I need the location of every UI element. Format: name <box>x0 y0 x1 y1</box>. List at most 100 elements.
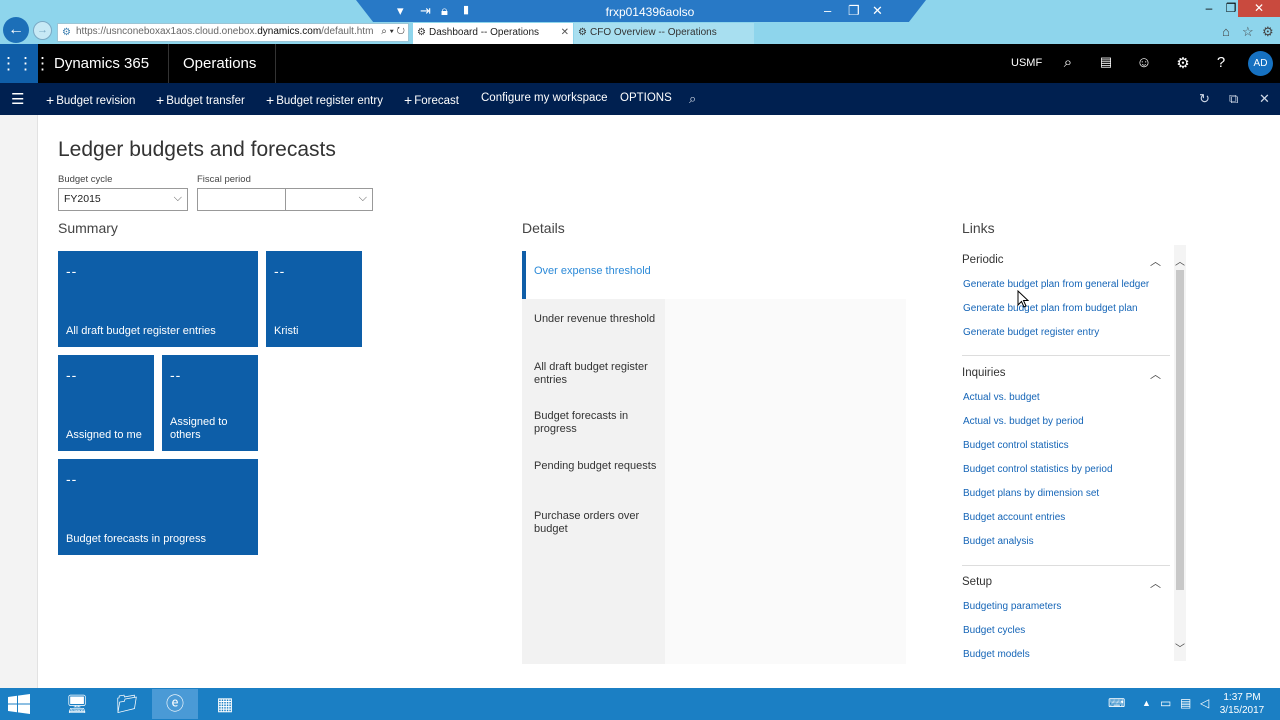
search-icon[interactable]: ⌕ ▾ ↻ <box>378 26 405 37</box>
browser-chrome: ▾ ⇥ 🔒︎ ▮ frxp014396aolso – ❐ ✕ – ❐ ✕ ← →… <box>0 0 1280 44</box>
details-item-purchase-orders-over-budget[interactable]: Purchase orders over budget <box>534 510 662 536</box>
help-icon[interactable]: ? <box>1211 54 1231 71</box>
app-launcher-icon[interactable]: ⋮⋮⋮ <box>0 44 51 83</box>
chevron-down-icon: ⌵ <box>358 192 367 204</box>
message-icon[interactable]: ▤ <box>1096 54 1116 70</box>
link-generate-budget-plan-from-budget-plan[interactable]: Generate budget plan from budget plan <box>963 303 1138 314</box>
tab-dashboard[interactable]: ⚙ Dashboard -- Operations ✕ <box>413 23 573 44</box>
settings-icon[interactable]: ⚙ <box>1262 24 1274 40</box>
fiscal-period-select[interactable]: ⌵ <box>285 188 373 211</box>
server-manager-icon[interactable]: 🖥︎ <box>54 689 100 719</box>
chevron-up-icon[interactable]: ︿ <box>1150 253 1161 269</box>
app-name[interactable]: Dynamics 365 <box>54 55 149 72</box>
chevron-up-icon[interactable]: ︿ <box>1150 575 1161 591</box>
configure-workspace-button[interactable]: Configure my workspace <box>481 92 608 104</box>
action-center-icon[interactable]: ▤ <box>1180 696 1191 710</box>
window-close-button[interactable]: ✕ <box>1238 0 1280 17</box>
tab-label: CFO Overview -- Operations <box>590 27 717 38</box>
budget-revision-button[interactable]: + Budget revision <box>46 92 135 108</box>
file-explorer-icon[interactable]: 📁︎ <box>104 689 150 719</box>
minimize-icon[interactable]: – <box>824 3 831 18</box>
windows-start-icon[interactable] <box>8 694 30 714</box>
network-icon[interactable]: ▭ <box>1160 696 1171 710</box>
link-budget-analysis[interactable]: Budget analysis <box>963 536 1034 547</box>
details-item-budget-forecasts-in-progress[interactable]: Budget forecasts in progress <box>534 410 662 436</box>
chevron-down-icon: ⌵ <box>173 192 182 204</box>
show-hidden-icons-icon[interactable]: ▲ <box>1142 698 1151 708</box>
tile-kristi[interactable]: -- Kristi <box>266 251 362 347</box>
link-budget-control-statistics-by-period[interactable]: Budget control statistics by period <box>963 464 1113 475</box>
link-actual-vs-budget-by-period[interactable]: Actual vs. budget by period <box>963 416 1084 427</box>
action-label: Budget revision <box>56 95 136 107</box>
internet-explorer-icon[interactable]: ⓔ <box>152 689 198 719</box>
link-budget-control-statistics[interactable]: Budget control statistics <box>963 440 1069 451</box>
close-icon[interactable]: ✕ <box>872 3 883 19</box>
tile-label: Kristi <box>274 325 299 337</box>
link-budget-account-entries[interactable]: Budget account entries <box>963 512 1065 523</box>
open-new-window-icon[interactable]: ⧉ <box>1229 91 1238 107</box>
budget-register-entry-button[interactable]: + Budget register entry <box>266 92 383 108</box>
keyboard-icon[interactable]: ⌨ <box>1108 696 1125 710</box>
fiscal-period-input[interactable] <box>197 188 285 211</box>
selected-item-indicator <box>522 251 526 299</box>
favorites-icon[interactable]: ☆ <box>1242 24 1254 40</box>
tile-assigned-to-me[interactable]: -- Assigned to me <box>58 355 154 451</box>
budget-transfer-button[interactable]: + Budget transfer <box>156 92 245 108</box>
tab-cfo-overview[interactable]: ⚙ CFO Overview -- Operations <box>574 23 754 44</box>
details-item-pending-budget-requests[interactable]: Pending budget requests <box>534 460 662 473</box>
link-budget-plans-by-dimension-set[interactable]: Budget plans by dimension set <box>963 488 1099 499</box>
links-group-setup[interactable]: Setup <box>962 576 992 588</box>
restore-icon[interactable]: ❐ <box>848 3 860 19</box>
links-group-periodic[interactable]: Periodic <box>962 254 1004 266</box>
link-budget-models[interactable]: Budget models <box>963 649 1030 660</box>
module-name[interactable]: Operations <box>183 55 256 72</box>
lock-icon: 🔒︎ <box>441 3 448 18</box>
divider <box>168 44 169 83</box>
forward-button[interactable]: → <box>33 21 52 40</box>
link-budgeting-parameters[interactable]: Budgeting parameters <box>963 601 1061 612</box>
home-icon[interactable]: ⌂ <box>1222 24 1230 39</box>
clock[interactable]: 1:37 PM 3/15/2017 <box>1219 691 1265 717</box>
search-icon[interactable]: ⌕ <box>689 91 696 107</box>
search-icon[interactable]: ⌕ <box>1058 54 1078 71</box>
chevron-down-icon[interactable]: ▾ <box>397 3 404 19</box>
refresh-icon[interactable]: ↻ <box>1199 91 1210 107</box>
gear-icon[interactable]: ⚙ <box>1173 54 1193 72</box>
tile-all-draft-budget-register-entries[interactable]: -- All draft budget register entries <box>58 251 258 347</box>
details-item-all-draft-budget-register-entries[interactable]: All draft budget register entries <box>534 361 662 387</box>
scroll-up-icon[interactable]: ︿ <box>1174 253 1186 268</box>
link-budget-cycles[interactable]: Budget cycles <box>963 625 1025 636</box>
options-button[interactable]: OPTIONS <box>620 92 672 104</box>
scrollbar-thumb[interactable] <box>1176 270 1184 590</box>
budget-cycle-select[interactable]: FY2015 ⌵ <box>58 188 188 211</box>
volume-icon[interactable]: ◁ <box>1200 696 1209 710</box>
pin-icon[interactable]: ⇥ <box>420 3 431 19</box>
action-pane: ☰ + Budget revision + Budget transfer + Bud… <box>0 83 1280 115</box>
avatar[interactable]: AD <box>1248 51 1273 76</box>
details-item-over-expense-threshold[interactable]: Over expense threshold <box>534 265 662 278</box>
feedback-smiley-icon[interactable]: ☺ <box>1134 54 1154 71</box>
scroll-down-icon[interactable]: ﹀ <box>1174 640 1186 655</box>
forecast-button[interactable]: + Forecast <box>404 92 459 108</box>
company-picker[interactable]: USMF <box>1011 57 1042 69</box>
link-generate-budget-plan-from-general-ledger[interactable]: Generate budget plan from general ledger <box>963 279 1149 290</box>
links-group-inquiries[interactable]: Inquiries <box>962 367 1005 379</box>
close-tab-icon[interactable]: ✕ <box>561 27 569 38</box>
link-actual-vs-budget[interactable]: Actual vs. budget <box>963 392 1040 403</box>
address-bar[interactable]: ⚙ https://usnconeboxax1aos.cloud.onebox.… <box>57 23 409 42</box>
tile-budget-forecasts-in-progress[interactable]: -- Budget forecasts in progress <box>58 459 258 555</box>
mouse-cursor-icon <box>1017 290 1029 308</box>
action-label: Budget register entry <box>276 95 383 107</box>
back-button[interactable]: ← <box>3 17 29 43</box>
chevron-up-icon[interactable]: ︿ <box>1150 366 1161 382</box>
app-window-icon[interactable]: ▦ <box>202 689 248 719</box>
close-icon[interactable]: ✕ <box>1259 91 1270 107</box>
tile-count: -- <box>66 471 78 487</box>
link-generate-budget-register-entry[interactable]: Generate budget register entry <box>963 327 1099 338</box>
plus-icon: + <box>404 92 413 108</box>
remote-session-title: frxp014396aolso <box>605 5 695 19</box>
hamburger-menu-icon[interactable]: ☰ <box>11 90 24 108</box>
details-item-under-revenue-threshold[interactable]: Under revenue threshold <box>534 313 662 326</box>
tile-assigned-to-others[interactable]: -- Assigned to others <box>162 355 258 451</box>
plus-icon: + <box>266 92 275 108</box>
